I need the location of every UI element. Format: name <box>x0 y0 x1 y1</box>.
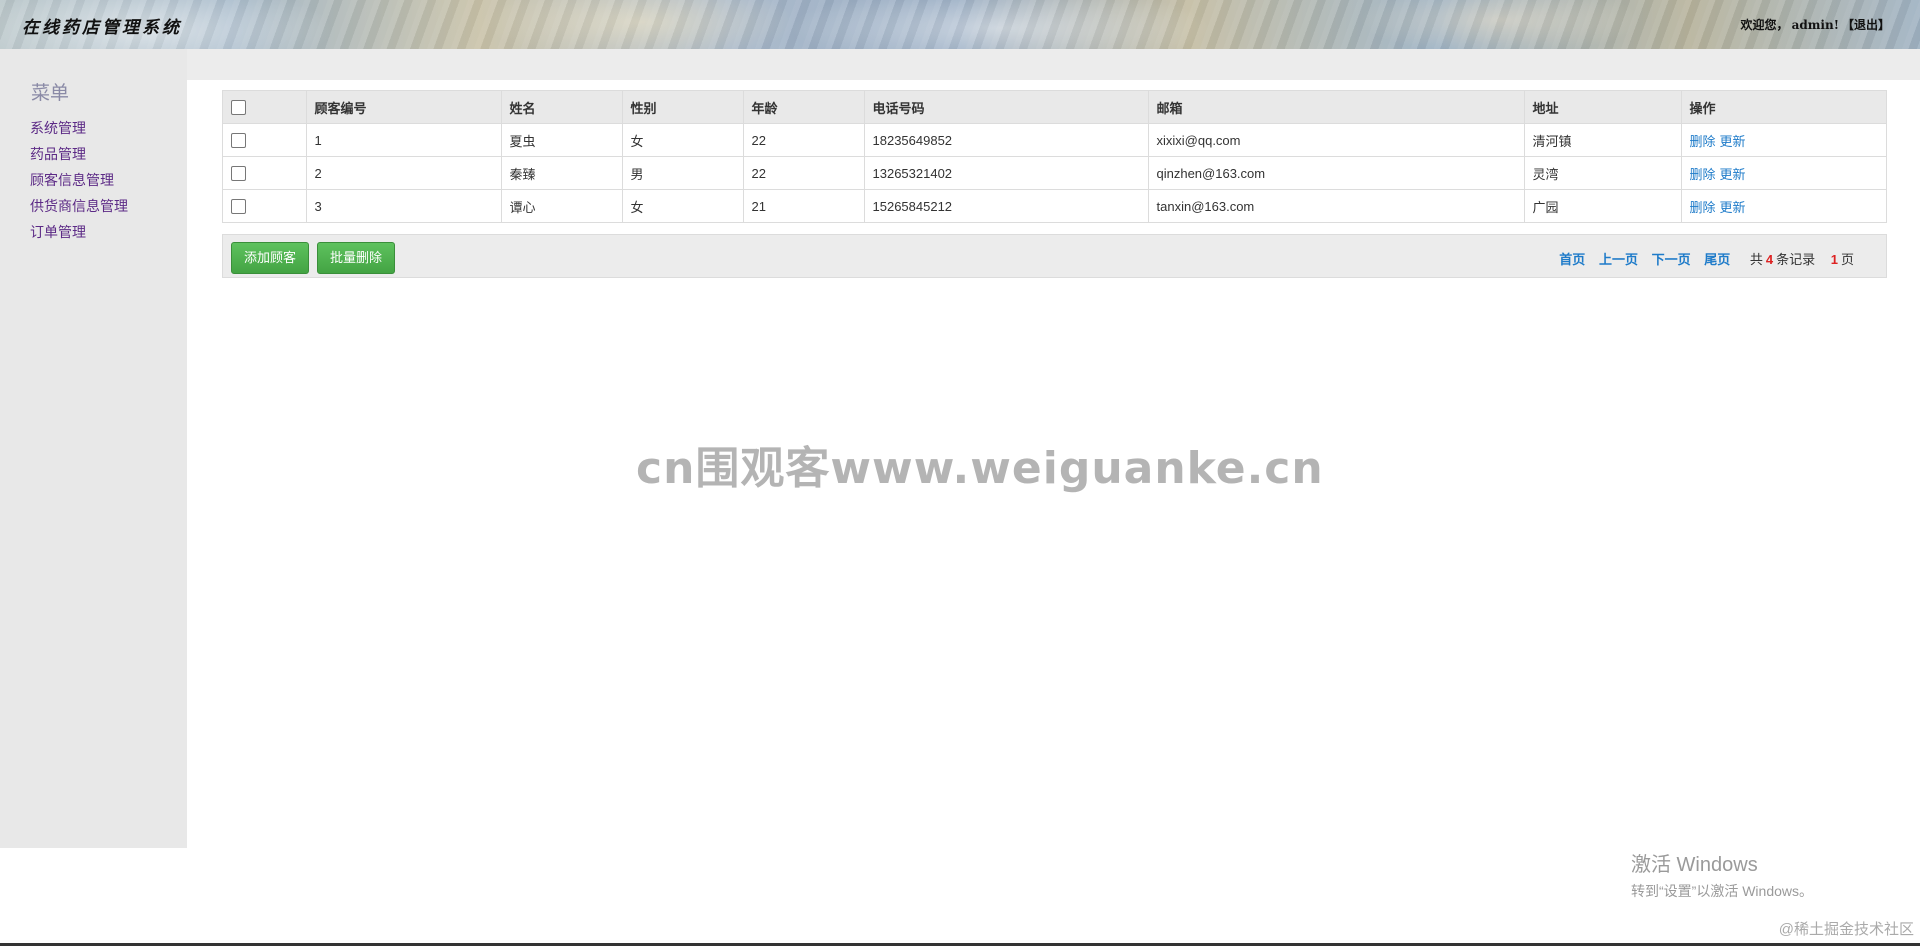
windows-activation-notice: 激活 Windows 转到“设置”以激活 Windows。 <box>1631 848 1813 901</box>
cell-id: 3 <box>306 189 502 222</box>
cell-id: 2 <box>306 156 502 190</box>
customer-table: 顾客编号 姓名 性别 年龄 电话号码 邮箱 地址 操作 1 夏虫 女 22 18… <box>222 90 1887 223</box>
app-title: 在线药店管理系统 <box>22 18 182 38</box>
sidebar-item-medicine[interactable]: 药品管理 <box>30 141 128 167</box>
next-page-link[interactable]: 下一页 <box>1652 252 1691 267</box>
table-row: 1 夏虫 女 22 18235649852 xixixi@qq.com 清河镇 … <box>223 123 1886 157</box>
cell-gender: 女 <box>622 189 744 222</box>
sidebar-item-supplier[interactable]: 供货商信息管理 <box>30 193 128 219</box>
row-checkbox[interactable] <box>231 133 246 149</box>
pages-suffix: 页 <box>1840 252 1854 267</box>
total-records: 4 <box>1765 252 1774 267</box>
cell-email: xixixi@qq.com <box>1148 123 1525 157</box>
cell-email: tanxin@163.com <box>1148 189 1525 222</box>
first-page-link[interactable]: 首页 <box>1559 252 1585 267</box>
activation-subtitle: 转到“设置”以激活 Windows。 <box>1631 883 1814 899</box>
cell-name: 夏虫 <box>501 123 623 157</box>
col-header-address: 地址 <box>1524 91 1682 124</box>
table-row: 2 秦臻 男 22 13265321402 qinzhen@163.com 灵湾… <box>223 156 1886 190</box>
update-link[interactable]: 更新 <box>1720 134 1746 149</box>
sidebar-item-system[interactable]: 系统管理 <box>30 115 128 141</box>
cell-address: 清河镇 <box>1524 123 1682 157</box>
update-link[interactable]: 更新 <box>1720 167 1746 182</box>
cell-gender: 男 <box>622 156 744 190</box>
select-all-checkbox[interactable] <box>231 100 246 116</box>
row-select-cell <box>223 123 307 157</box>
content-top-strip <box>187 49 1920 80</box>
table-header-row: 顾客编号 姓名 性别 年龄 电话号码 邮箱 地址 操作 <box>223 91 1886 124</box>
menu-list: 系统管理 药品管理 顾客信息管理 供货商信息管理 订单管理 <box>30 115 128 245</box>
welcome-text: 欢迎您， <box>1740 18 1789 32</box>
cell-actions: 删除 更新 <box>1681 123 1886 157</box>
col-header-phone: 电话号码 <box>864 91 1149 124</box>
delete-link[interactable]: 删除 <box>1690 200 1716 215</box>
cell-age: 21 <box>743 189 865 222</box>
row-checkbox[interactable] <box>231 199 246 215</box>
cell-address: 广园 <box>1524 189 1682 222</box>
row-select-cell <box>223 156 307 190</box>
juejin-watermark: @稀土掘金技术社区 <box>1778 921 1914 938</box>
row-checkbox[interactable] <box>231 166 246 182</box>
prev-page-link[interactable]: 上一页 <box>1599 252 1638 267</box>
delete-link[interactable]: 删除 <box>1690 134 1716 149</box>
col-header-email: 邮箱 <box>1148 91 1525 124</box>
col-header-gender: 性别 <box>622 91 744 124</box>
logout-link[interactable]: 【退出】 <box>1842 18 1890 32</box>
last-page-link[interactable]: 尾页 <box>1704 252 1730 267</box>
cell-phone: 18235649852 <box>864 123 1149 157</box>
col-header-id: 顾客编号 <box>306 91 502 124</box>
cell-gender: 女 <box>622 123 744 157</box>
delete-link[interactable]: 删除 <box>1690 167 1716 182</box>
table-row: 3 谭心 女 21 15265845212 tanxin@163.com 广园 … <box>223 189 1886 222</box>
cell-actions: 删除 更新 <box>1681 156 1886 190</box>
col-header-age: 年龄 <box>743 91 865 124</box>
add-customer-button[interactable]: 添加顾客 <box>231 242 310 274</box>
site-watermark: cn围观客www.weiguanke.cn <box>636 443 1324 494</box>
select-all-cell <box>223 91 307 124</box>
username: admin! <box>1791 18 1839 32</box>
total-pages: 1 <box>1830 252 1838 267</box>
header-texture <box>0 0 1920 49</box>
row-select-cell <box>223 189 307 222</box>
batch-delete-button[interactable]: 批量删除 <box>317 242 396 274</box>
cell-age: 22 <box>743 156 865 190</box>
activation-title: 激活 Windows <box>1631 854 1758 876</box>
cell-phone: 15265845212 <box>864 189 1149 222</box>
pagination: 首页 上一页 下一页 尾页 共 4 条记录 1页 <box>1549 249 1854 268</box>
sidebar: 菜单 系统管理 药品管理 顾客信息管理 供货商信息管理 订单管理 <box>0 49 187 848</box>
cell-age: 22 <box>743 123 865 157</box>
cell-address: 灵湾 <box>1524 156 1682 190</box>
table-toolbar: 添加顾客 批量删除 首页 上一页 下一页 尾页 共 4 条记录 1页 <box>222 234 1887 278</box>
menu-title: 菜单 <box>31 82 70 104</box>
update-link[interactable]: 更新 <box>1720 200 1746 215</box>
sidebar-item-orders[interactable]: 订单管理 <box>30 219 128 245</box>
cell-name: 秦臻 <box>501 156 623 190</box>
cell-actions: 删除 更新 <box>1681 189 1886 222</box>
header-banner: 在线药店管理系统 欢迎您， admin! 【退出】 <box>0 0 1920 49</box>
sidebar-item-customer[interactable]: 顾客信息管理 <box>30 167 128 193</box>
cell-phone: 13265321402 <box>864 156 1149 190</box>
col-header-name: 姓名 <box>501 91 623 124</box>
cell-id: 1 <box>306 123 502 157</box>
col-header-actions: 操作 <box>1681 91 1886 124</box>
user-bar: 欢迎您， admin! 【退出】 <box>1738 16 1890 33</box>
cell-email: qinzhen@163.com <box>1148 156 1525 190</box>
cell-name: 谭心 <box>501 189 623 222</box>
total-prefix: 共 <box>1749 252 1763 267</box>
records-suffix: 条记录 <box>1776 252 1816 267</box>
